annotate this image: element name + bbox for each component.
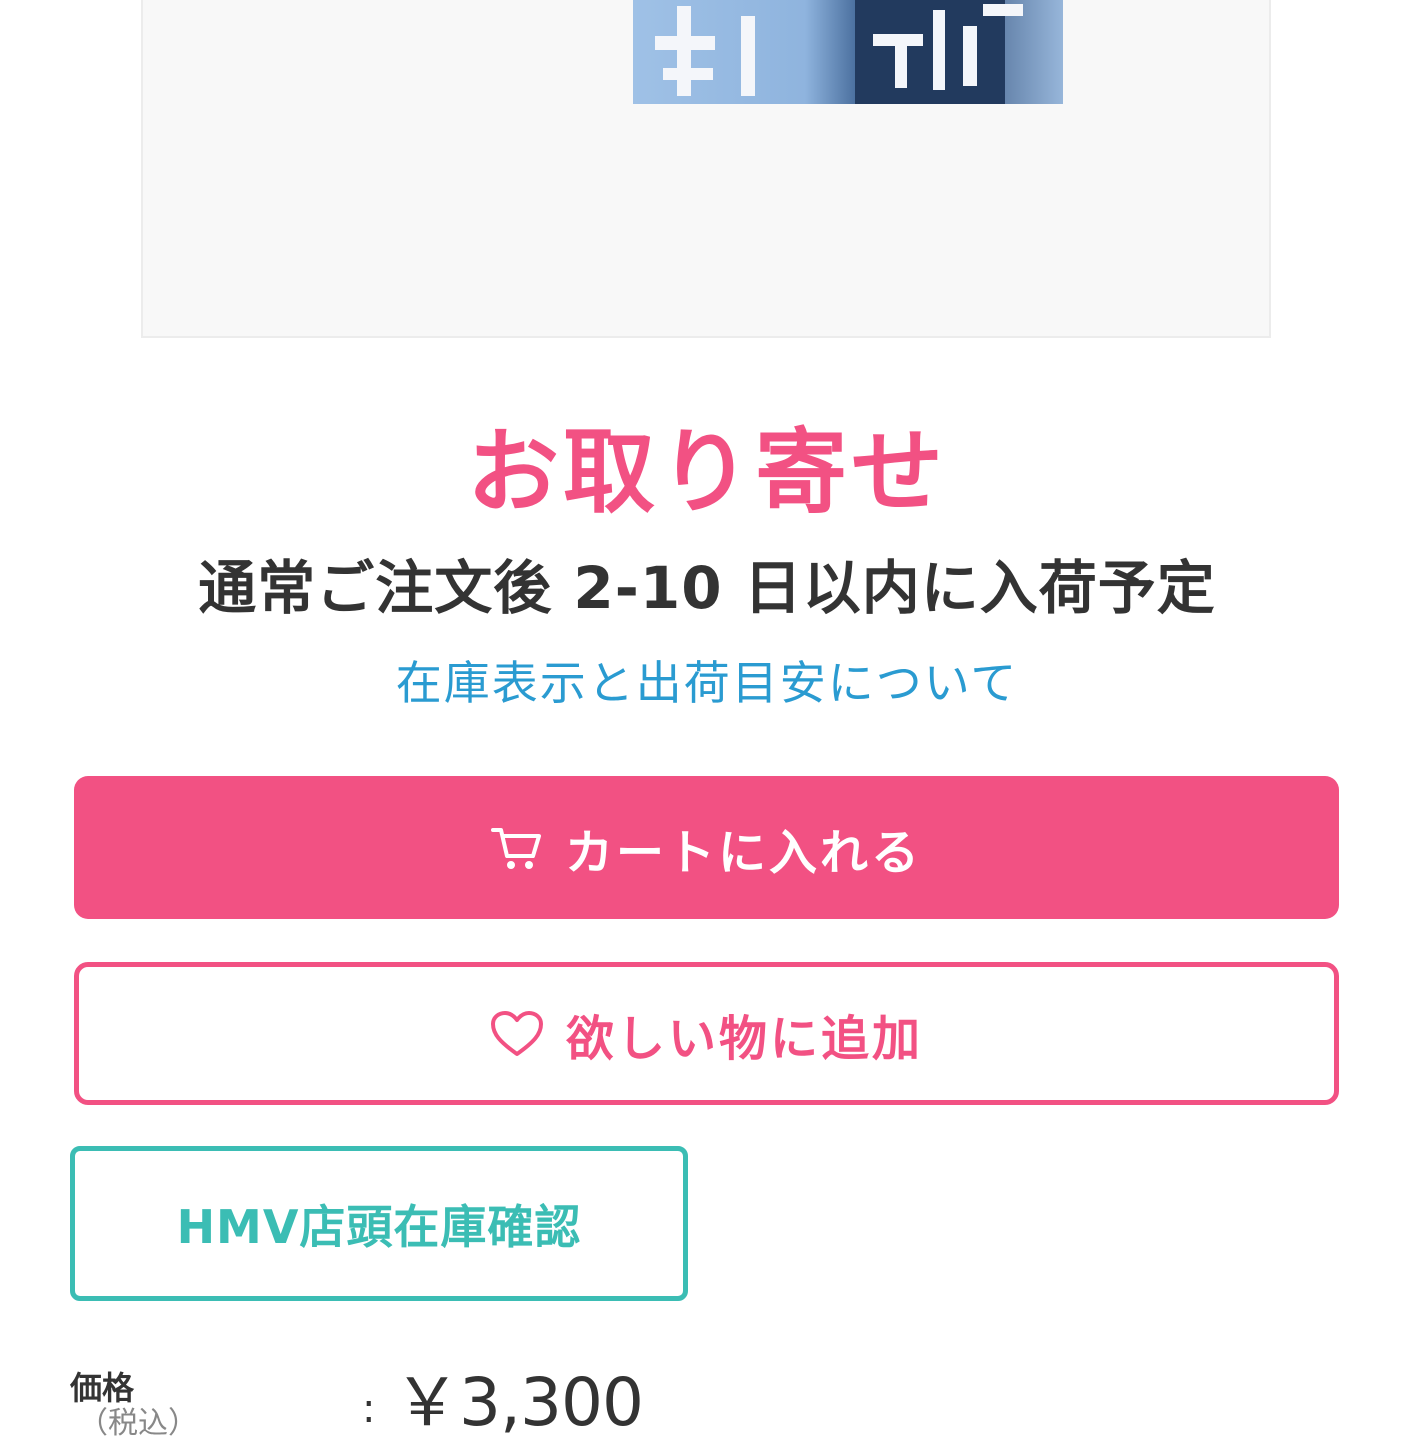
heart-icon — [490, 1010, 544, 1058]
add-to-wishlist-label: 欲しい物に追加 — [565, 1010, 923, 1067]
product-cover-image[interactable] — [633, 0, 1063, 104]
availability-status: お取り寄せ — [466, 419, 947, 526]
shipping-estimate: 通常ご注文後 2-10 日以内に入荷予定 — [198, 554, 1216, 622]
price-tax-note: （税込） — [78, 1406, 198, 1440]
store-stock-check-button[interactable]: HMV店頭在庫確認 — [70, 1146, 688, 1301]
store-stock-check-label: HMV店頭在庫確認 — [176, 1199, 582, 1254]
add-to-wishlist-button[interactable]: 欲しい物に追加 — [74, 962, 1339, 1105]
add-to-cart-button[interactable]: カートに入れる — [74, 776, 1339, 919]
product-image-frame — [141, 0, 1271, 338]
price-separator: : — [362, 1386, 376, 1432]
cart-icon — [490, 824, 543, 872]
stock-info-link[interactable]: 在庫表示と出荷目安について — [0, 652, 1414, 714]
add-to-cart-label: カートに入れる — [564, 824, 922, 881]
product-page: お取り寄せ 通常ご注文後 2-10 日以内に入荷予定 在庫表示と出荷目安について… — [0, 0, 1414, 1440]
price-label: 価格 — [70, 1369, 135, 1407]
price-value: ￥3,300 — [394, 1364, 644, 1440]
